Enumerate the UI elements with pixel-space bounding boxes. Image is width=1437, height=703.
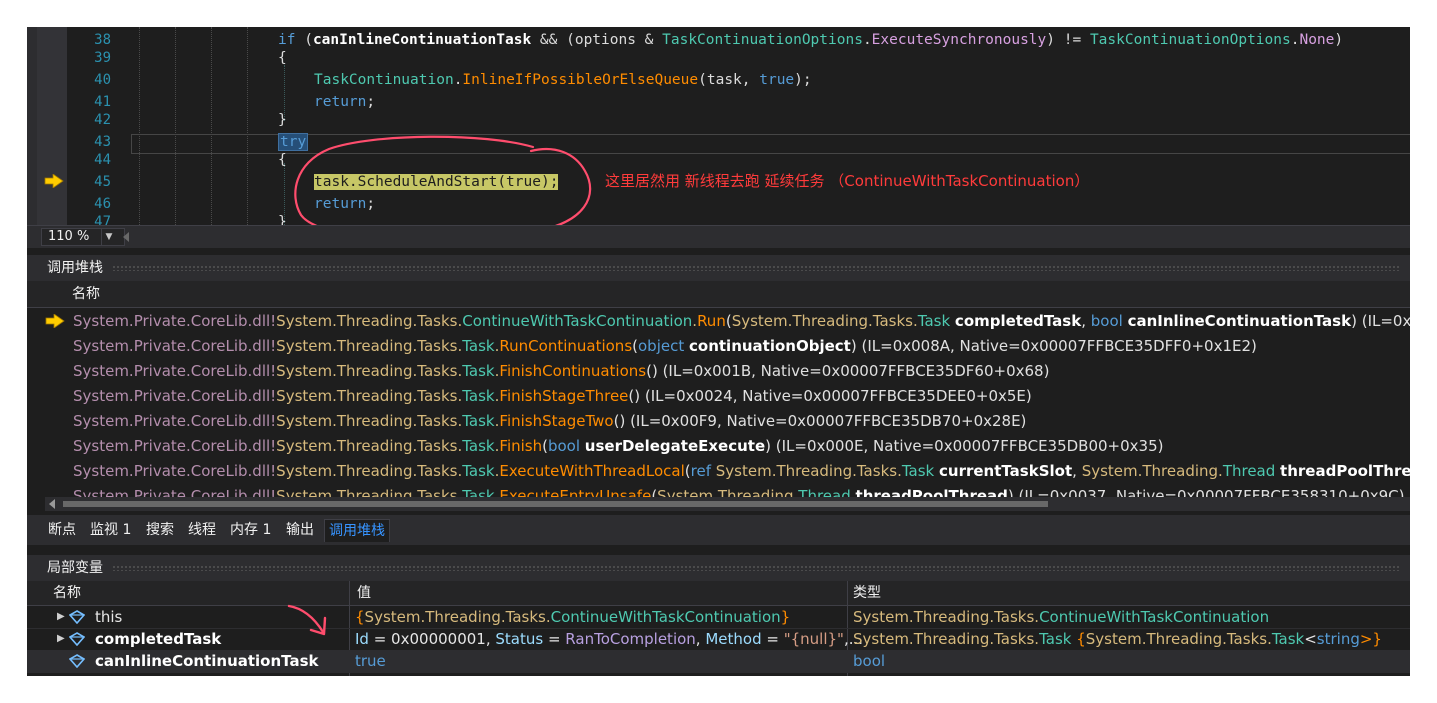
variable-value[interactable]: true [355, 650, 386, 672]
code-editor[interactable]: 38 39 40 41 42 43 44 45 46 47 if (canInl… [27, 27, 1410, 225]
annotation-text: 这里居然用 新线程去跑 延续任务 （ContinueWithTaskContin… [605, 172, 1090, 190]
call-stack-frame[interactable]: System.Private.CoreLib.dll!System.Thread… [73, 459, 1410, 484]
line-number: 42 [94, 112, 111, 128]
expand-icon[interactable]: ▶ [57, 606, 65, 628]
code-line-38[interactable]: if (canInlineContinuationTask && (option… [278, 30, 1343, 50]
call-stack-frame[interactable]: System.Private.CoreLib.dll!System.Thread… [73, 334, 1257, 359]
variable-name: completedTask [95, 630, 222, 648]
call-stack-horizontal-scrollbar[interactable] [45, 497, 1410, 511]
panel-grip[interactable] [112, 265, 1400, 271]
variable-type: System.Threading.Tasks.Task {System.Thre… [853, 630, 1382, 648]
line-number: 45 [94, 174, 111, 190]
variable-name: this [95, 608, 123, 626]
current-frame-arrow-icon [45, 314, 65, 328]
visual-studio-debugger: 38 39 40 41 42 43 44 45 46 47 if (canInl… [27, 27, 1410, 676]
indent-guide [139, 27, 140, 225]
locals-row[interactable]: canInlineContinuationTask true bool [27, 650, 1410, 673]
column-type[interactable]: 类型 [853, 581, 881, 605]
code-line-39[interactable]: { [278, 48, 287, 68]
line-number: 40 [94, 72, 111, 88]
code-line-42[interactable]: } [278, 110, 287, 130]
panel-grip[interactable] [112, 565, 1400, 571]
call-stack-panel: 调用堆栈 名称 System.Private.CoreLib.dll!Syste… [27, 255, 1410, 515]
scroll-left-icon[interactable] [123, 232, 129, 242]
scrollbar-thumb[interactable] [63, 501, 1048, 507]
column-name[interactable]: 名称 [72, 281, 100, 307]
variable-value[interactable]: Id = 0x00000001, Status = RanToCompletio… [355, 628, 863, 650]
expand-icon[interactable]: ▶ [57, 628, 65, 650]
line-number: 46 [94, 196, 111, 212]
line-number: 38 [94, 32, 111, 48]
tab-memory-1[interactable]: 内存 1 [230, 519, 271, 541]
line-number: 39 [94, 50, 111, 66]
locals-title: 局部变量 [47, 560, 103, 576]
column-value[interactable]: 值 [357, 581, 371, 605]
editor-left-strip [27, 27, 37, 225]
chevron-down-icon[interactable]: ▼ [101, 228, 116, 246]
locals-panel: 局部变量 名称 值 类型 ▶ this {System.Threading.Task… [27, 555, 1410, 676]
annotation-arrow [287, 604, 327, 636]
code-line-41[interactable]: return; [314, 92, 375, 112]
tab-watch-1[interactable]: 监视 1 [90, 519, 131, 541]
line-number: 43 [94, 134, 111, 150]
column-name[interactable]: 名称 [53, 581, 81, 605]
call-stack-title: 调用堆栈 [47, 260, 103, 276]
scroll-left-icon[interactable] [49, 499, 55, 509]
tab-breakpoints[interactable]: 断点 [48, 519, 76, 541]
field-icon [69, 654, 85, 668]
line-number: 44 [94, 152, 111, 168]
call-stack-title-bar: 调用堆栈 [27, 255, 1410, 281]
indent-guide [175, 27, 176, 225]
call-stack-frame[interactable]: System.Private.CoreLib.dll!System.Thread… [73, 309, 1410, 334]
breakpoint-margin[interactable] [37, 27, 67, 225]
tab-threads[interactable]: 线程 [188, 519, 216, 541]
call-stack-frame[interactable]: System.Private.CoreLib.dll!System.Thread… [73, 409, 1026, 434]
code-line-40[interactable]: TaskContinuation.InlineIfPossibleOrElseQ… [314, 70, 812, 90]
field-icon [69, 632, 85, 646]
locals-column-header: 名称 值 类型 [27, 581, 1410, 606]
indent-guide [211, 27, 212, 225]
editor-status-bar: 110 % ▼ [27, 225, 1410, 248]
tab-call-stack[interactable]: 调用堆栈 [324, 519, 390, 542]
variable-type: bool [853, 652, 886, 670]
tab-search[interactable]: 搜索 [146, 519, 174, 541]
debug-tool-tabs: 断点 监视 1 搜索 线程 内存 1 输出 调用堆栈 [27, 515, 1410, 545]
locals-row[interactable]: ▶ completedTask Id = 0x00000001, Status = … [27, 628, 1410, 651]
variable-value[interactable]: {System.Threading.Tasks.ContinueWithTask… [355, 606, 790, 628]
call-stack-frame[interactable]: System.Private.CoreLib.dll!System.Thread… [73, 434, 1163, 459]
call-stack-frame[interactable]: System.Private.CoreLib.dll!System.Thread… [73, 384, 1032, 409]
execution-pointer-icon [44, 174, 64, 188]
field-icon [69, 610, 85, 624]
line-number: 47 [94, 214, 111, 225]
variable-type: System.Threading.Tasks.ContinueWithTaskC… [853, 608, 1270, 626]
call-stack-column-header[interactable]: 名称 [27, 281, 1410, 308]
variable-name: canInlineContinuationTask [95, 652, 319, 670]
locals-title-bar: 局部变量 [27, 555, 1410, 581]
line-number: 41 [94, 94, 111, 110]
call-stack-frame[interactable]: System.Private.CoreLib.dll!System.Thread… [73, 359, 1049, 384]
annotation-ellipse [294, 135, 592, 225]
locals-row[interactable]: ▶ this {System.Threading.Tasks.ContinueWit… [27, 606, 1410, 629]
indent-guide [247, 27, 248, 225]
tab-output[interactable]: 输出 [286, 519, 314, 541]
